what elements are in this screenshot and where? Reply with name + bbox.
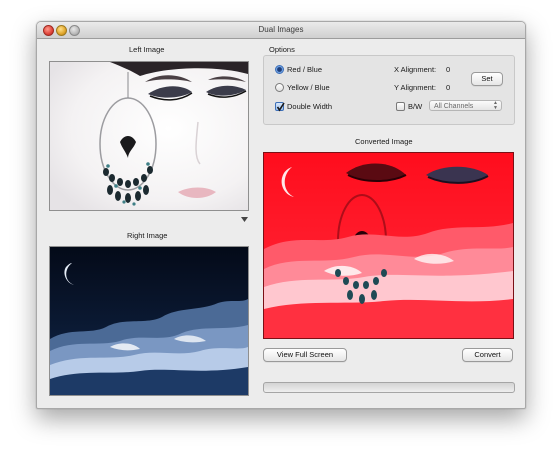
title-bar[interactable]: Dual Images	[37, 22, 525, 39]
channel-select-value: All Channels	[434, 103, 474, 110]
red-blue-radio[interactable]	[275, 65, 284, 74]
x-alignment-label: X Alignment:	[394, 65, 437, 74]
window-title: Dual Images	[258, 25, 304, 34]
view-full-screen-button[interactable]: View Full Screen	[263, 348, 347, 362]
right-image-well[interactable]	[49, 246, 249, 396]
yellow-blue-label[interactable]: Yellow / Blue	[287, 83, 330, 92]
bw-label[interactable]: B/W	[408, 102, 422, 111]
channel-select[interactable]: All Channels ▲ ▼	[429, 100, 502, 111]
right-image-sky	[50, 247, 248, 395]
disclosure-triangle-icon[interactable]	[241, 215, 248, 224]
yellow-blue-radio[interactable]	[275, 83, 284, 92]
set-button[interactable]: Set	[471, 72, 503, 86]
y-alignment-label: Y Alignment:	[394, 83, 436, 92]
bw-checkbox[interactable]	[396, 102, 405, 111]
left-image-well[interactable]	[49, 61, 249, 211]
double-width-label[interactable]: Double Width	[287, 102, 332, 111]
left-image-face	[50, 62, 248, 210]
x-alignment-value[interactable]: 0	[446, 65, 450, 74]
app-window: Dual Images Left Image Right Image Optio…	[36, 21, 526, 409]
converted-anaglyph-image	[264, 153, 513, 338]
convert-button[interactable]: Convert	[462, 348, 513, 362]
double-width-checkbox[interactable]	[275, 102, 285, 112]
red-blue-label[interactable]: Red / Blue	[287, 65, 322, 74]
select-arrows-icon: ▲ ▼	[493, 100, 498, 111]
options-group-label: Options	[269, 45, 295, 54]
progress-bar	[263, 382, 515, 393]
left-image-label: Left Image	[129, 45, 165, 54]
converted-image-well[interactable]	[263, 152, 514, 339]
y-alignment-value[interactable]: 0	[446, 83, 450, 92]
converted-image-label: Converted Image	[355, 137, 413, 146]
right-image-label: Right Image	[127, 231, 168, 240]
